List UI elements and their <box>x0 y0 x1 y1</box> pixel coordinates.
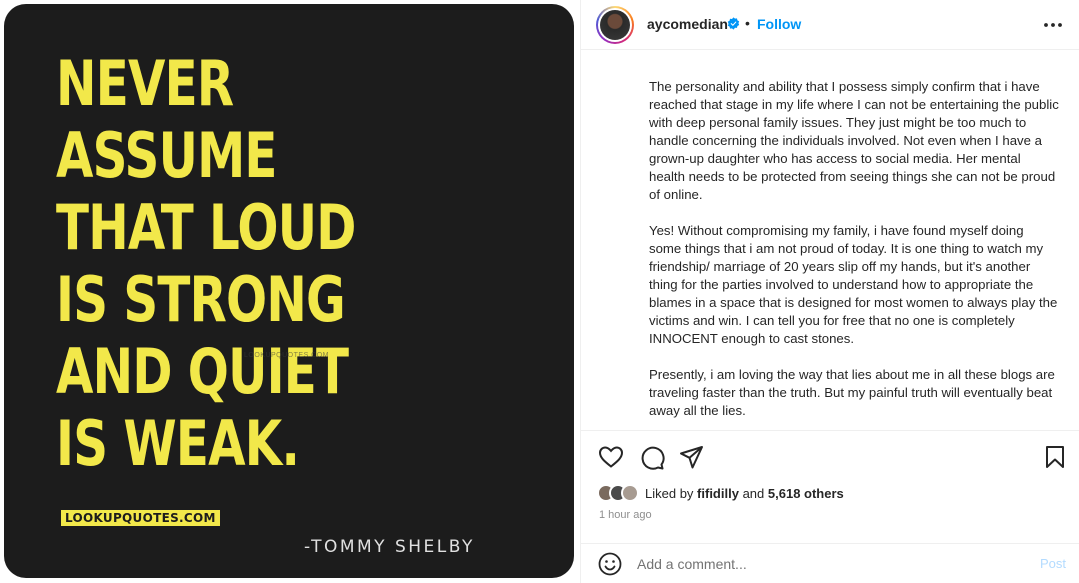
likes-joiner: and <box>742 485 765 501</box>
post-media: NEVER ASSUME THAT LOUD IS STRONG AND QUI… <box>0 0 580 583</box>
comment-input[interactable] <box>637 552 1017 576</box>
watermark-logo: LOOKUPQUOTES.COM <box>61 510 220 526</box>
username[interactable]: aycomedian <box>647 16 728 32</box>
faint-watermark: LOOKUPQUOTES.COM <box>244 352 330 359</box>
caption-paragraph: Presently, i am loving the way that lies… <box>649 367 1055 418</box>
more-options-icon[interactable] <box>1042 15 1064 35</box>
post-header: aycomedian • Follow <box>581 0 1079 50</box>
quote-line: IS STRONG <box>56 263 346 336</box>
comment-bar: Post <box>581 543 1079 583</box>
action-bar: Liked by fifidilly and 5,618 others 1 ho… <box>581 430 1079 583</box>
quote-line: IS WEAK. <box>56 407 300 480</box>
post-comment-button[interactable]: Post <box>1040 556 1066 571</box>
quote-image[interactable]: NEVER ASSUME THAT LOUD IS STRONG AND QUI… <box>4 4 574 578</box>
caption-paragraph: The personality and ability that I posse… <box>649 79 1059 202</box>
quote-author: -TOMMY SHELBY <box>304 537 475 557</box>
heart-icon[interactable] <box>598 445 624 469</box>
avatar[interactable] <box>596 6 634 44</box>
liker-avatars <box>597 484 639 502</box>
quote-text: NEVER ASSUME THAT LOUD IS STRONG AND QUI… <box>56 48 384 480</box>
separator-dot: • <box>745 15 750 31</box>
comment-icon[interactable] <box>639 445 665 471</box>
emoji-icon[interactable] <box>598 552 622 576</box>
likes-prefix: Liked by <box>645 485 694 501</box>
quote-line: ASSUME <box>56 119 277 192</box>
post-timestamp[interactable]: 1 hour ago <box>599 509 652 521</box>
quote-line: AND QUIET <box>56 335 349 408</box>
caption-scroll-area[interactable]: The personality and ability that I posse… <box>581 50 1079 430</box>
liked-by-user-link[interactable]: fifidilly <box>697 486 739 501</box>
caption-text: The personality and ability that I posse… <box>649 78 1059 430</box>
post-side-panel: aycomedian • Follow The personality and … <box>580 0 1079 583</box>
avatar-border <box>598 8 632 42</box>
likes-summary: Liked by fifidilly and 5,618 others <box>597 484 844 502</box>
likes-count-link[interactable]: 5,618 others <box>768 486 844 501</box>
avatar-image <box>600 10 630 40</box>
share-icon[interactable] <box>679 445 705 469</box>
bookmark-icon[interactable] <box>1045 445 1065 469</box>
liker-avatar <box>621 484 639 502</box>
follow-button[interactable]: Follow <box>757 16 801 32</box>
caption-paragraph: Yes! Without compromising my family, i h… <box>649 223 1058 346</box>
verified-badge-icon <box>727 17 740 30</box>
quote-line: THAT LOUD <box>56 191 356 264</box>
quote-line: NEVER <box>56 47 234 120</box>
